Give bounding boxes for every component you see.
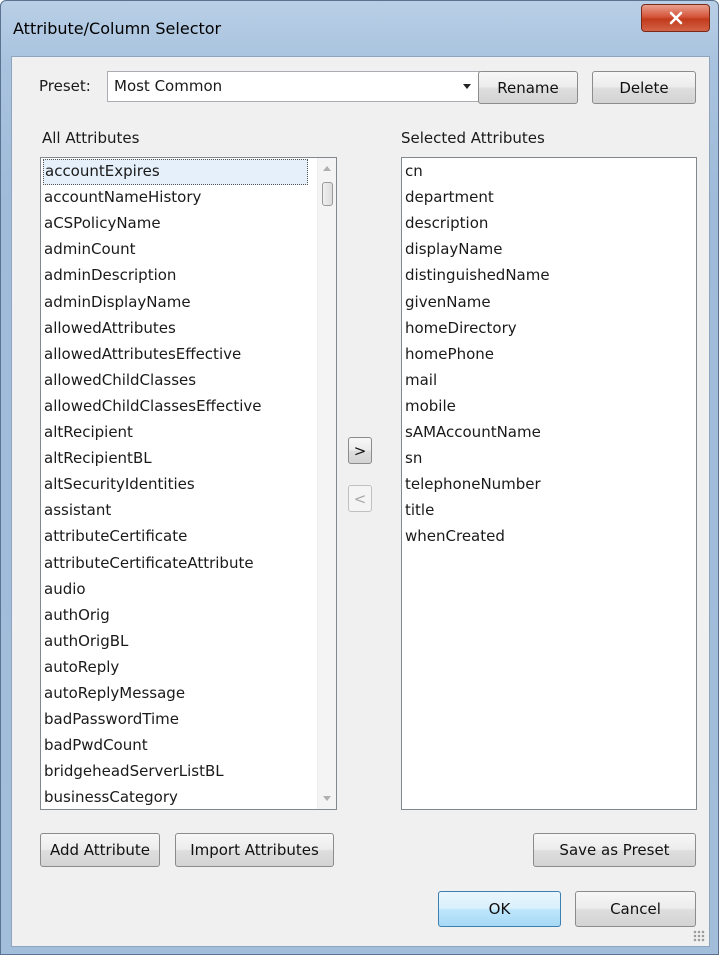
dialog-window: Attribute/Column Selector Preset: Most C… <box>0 0 719 955</box>
list-item[interactable]: adminDescription <box>43 263 176 289</box>
list-item[interactable]: autoReply <box>43 655 119 681</box>
close-button[interactable] <box>641 4 710 32</box>
list-item[interactable]: businessCategory <box>43 785 178 809</box>
list-item[interactable]: department <box>404 185 494 211</box>
add-to-selected-button[interactable]: > <box>348 437 372 464</box>
scroll-down-icon[interactable] <box>323 796 331 801</box>
delete-button[interactable]: Delete <box>592 71 696 104</box>
import-attributes-button[interactable]: Import Attributes <box>175 833 334 867</box>
list-item[interactable]: attributeCertificateAttribute <box>43 551 254 577</box>
dialog-client-area: Preset: Most Common Rename Delete All At… <box>11 56 710 947</box>
list-item[interactable]: description <box>404 211 488 237</box>
list-item[interactable]: adminDisplayName <box>43 290 191 316</box>
resize-grip-icon[interactable] <box>693 930 705 942</box>
list-item[interactable]: authOrigBL <box>43 629 128 655</box>
selected-attributes-heading: Selected Attributes <box>401 129 545 147</box>
list-item[interactable]: badPwdCount <box>43 733 148 759</box>
preset-dropdown[interactable]: Most Common <box>107 71 480 102</box>
list-item[interactable]: allowedChildClasses <box>43 368 196 394</box>
list-item[interactable]: givenName <box>404 290 491 316</box>
list-item[interactable]: altRecipient <box>43 420 133 446</box>
preset-label: Preset: <box>39 77 91 95</box>
list-item[interactable]: sn <box>404 446 422 472</box>
list-item[interactable]: sAMAccountName <box>404 420 541 446</box>
list-item[interactable]: telephoneNumber <box>404 472 541 498</box>
list-item[interactable]: aCSPolicyName <box>43 211 161 237</box>
list-item[interactable]: allowedAttributesEffective <box>43 342 241 368</box>
list-item[interactable]: distinguishedName <box>404 263 550 289</box>
all-attributes-scrollbar[interactable] <box>317 158 336 809</box>
list-item[interactable]: cn <box>404 159 423 185</box>
save-as-preset-button[interactable]: Save as Preset <box>533 833 696 867</box>
rename-button[interactable]: Rename <box>478 71 578 104</box>
list-item[interactable]: adminCount <box>43 237 136 263</box>
ok-button[interactable]: OK <box>438 891 561 927</box>
preset-value: Most Common <box>114 77 223 95</box>
list-item[interactable]: accountNameHistory <box>43 185 201 211</box>
list-item[interactable]: allowedChildClassesEffective <box>43 394 262 420</box>
list-item[interactable]: homePhone <box>404 342 494 368</box>
list-item[interactable]: accountExpires <box>43 159 308 185</box>
remove-from-selected-button[interactable]: < <box>348 485 372 512</box>
list-item[interactable]: badPasswordTime <box>43 707 179 733</box>
list-item[interactable]: altRecipientBL <box>43 446 152 472</box>
scroll-thumb[interactable] <box>322 182 333 206</box>
list-item[interactable]: altSecurityIdentities <box>43 472 195 498</box>
scroll-up-icon[interactable] <box>323 166 331 171</box>
list-item[interactable]: assistant <box>43 498 111 524</box>
title-bar[interactable]: Attribute/Column Selector <box>1 1 718 53</box>
list-item[interactable]: homeDirectory <box>404 316 517 342</box>
chevron-down-icon[interactable] <box>463 84 471 89</box>
list-item[interactable]: allowedAttributes <box>43 316 176 342</box>
list-item[interactable]: mobile <box>404 394 456 420</box>
list-item[interactable]: bridgeheadServerListBL <box>43 759 224 785</box>
add-attribute-button[interactable]: Add Attribute <box>40 833 160 867</box>
list-item[interactable]: title <box>404 498 434 524</box>
list-item[interactable]: autoReplyMessage <box>43 681 185 707</box>
list-item[interactable]: authOrig <box>43 603 110 629</box>
list-item[interactable]: mail <box>404 368 437 394</box>
cancel-button[interactable]: Cancel <box>575 891 696 927</box>
list-item[interactable]: displayName <box>404 237 503 263</box>
window-title: Attribute/Column Selector <box>13 19 222 38</box>
all-attributes-heading: All Attributes <box>42 129 140 147</box>
list-item[interactable]: whenCreated <box>404 524 505 550</box>
selected-attributes-list[interactable]: cn department description displayName distin… <box>401 157 697 810</box>
all-attributes-list[interactable]: accountExpires accountNameHistory aCSPolic… <box>40 157 337 810</box>
close-icon <box>669 11 682 25</box>
list-item[interactable]: audio <box>43 577 86 603</box>
list-item[interactable]: attributeCertificate <box>43 524 187 550</box>
